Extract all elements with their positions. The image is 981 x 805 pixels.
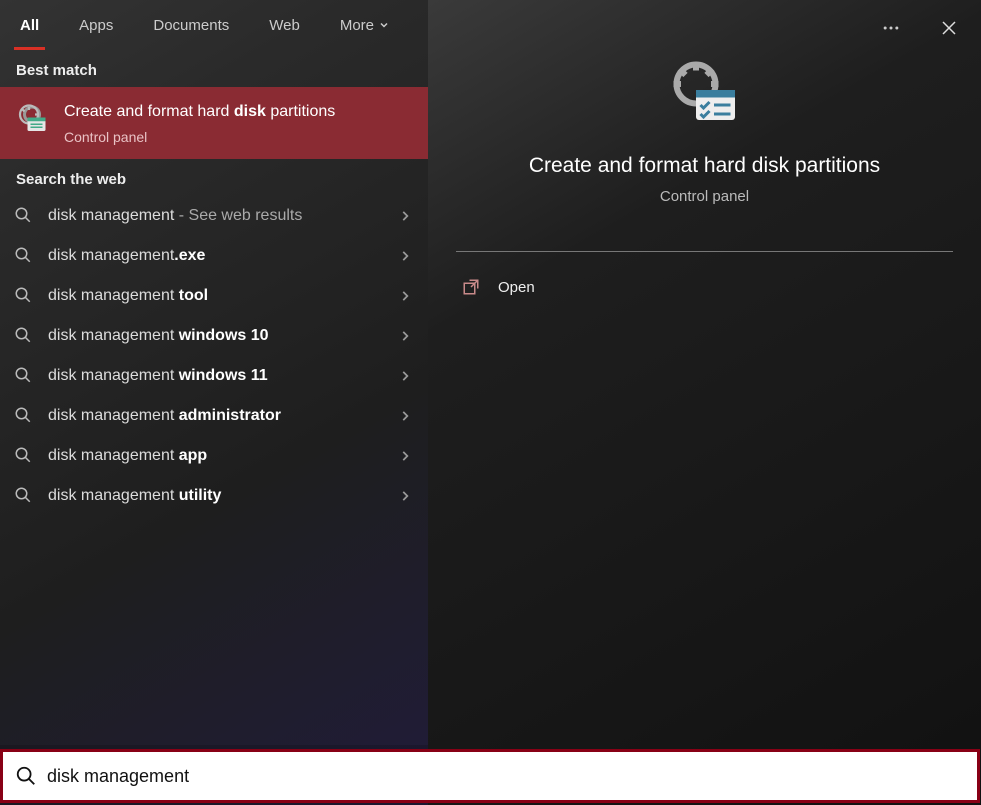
search-bar[interactable] [0,749,980,803]
preview-title: Create and format hard disk partitions [529,154,880,178]
preview-subtitle: Control panel [660,188,749,205]
web-suggestion-label: disk management utility [48,487,384,505]
web-suggestion[interactable]: disk management - See web results [0,196,428,236]
section-best-match: Best match [0,50,428,87]
chevron-right-icon [398,249,414,263]
chevron-right-icon [398,329,414,343]
search-icon [14,366,34,386]
chevron-right-icon [398,449,414,463]
search-input[interactable] [47,766,965,787]
best-match-title: Create and format hard disk partitions [64,101,412,123]
web-suggestion-label: disk management - See web results [48,207,384,225]
tab-more[interactable]: More [334,7,396,44]
web-suggestion-label: disk management app [48,447,384,465]
tab-more-label: More [340,17,374,34]
search-icon [14,406,34,426]
action-open-label: Open [498,279,535,296]
chevron-right-icon [398,209,414,223]
web-suggestion[interactable]: disk management tool [0,276,428,316]
search-icon [14,206,34,226]
search-icon [14,326,34,346]
web-suggestion[interactable]: disk management windows 11 [0,356,428,396]
web-suggestion[interactable]: disk management.exe [0,236,428,276]
open-icon [462,278,480,296]
best-match-subtitle: Control panel [64,129,412,145]
more-options-button[interactable] [877,14,905,42]
web-suggestion-label: disk management tool [48,287,384,305]
web-suggestion[interactable]: disk management windows 10 [0,316,428,356]
tab-all[interactable]: All [14,7,45,44]
chevron-right-icon [398,369,414,383]
action-open[interactable]: Open [428,252,981,306]
tab-documents[interactable]: Documents [147,7,235,44]
search-icon [15,765,37,787]
search-icon [14,486,34,506]
disk-partition-icon [14,101,50,137]
search-icon [14,246,34,266]
ellipsis-icon [881,18,901,38]
web-suggestion[interactable]: disk management administrator [0,396,428,436]
chevron-right-icon [398,289,414,303]
chevron-right-icon [398,489,414,503]
web-suggestion[interactable]: disk management utility [0,476,428,516]
web-suggestion-label: disk management windows 11 [48,367,384,385]
web-suggestions-list: disk management - See web results disk ma… [0,196,428,516]
search-icon [14,446,34,466]
web-suggestion-label: disk management windows 10 [48,327,384,345]
search-icon [14,286,34,306]
chevron-down-icon [378,19,390,31]
web-suggestion-label: disk management administrator [48,407,384,425]
search-filter-tabs: All Apps Documents Web More [0,0,428,50]
tab-web[interactable]: Web [263,7,306,44]
disk-partition-icon-large [669,60,741,132]
close-button[interactable] [935,14,963,42]
chevron-right-icon [398,409,414,423]
web-suggestion[interactable]: disk management app [0,436,428,476]
close-icon [940,19,958,37]
web-suggestion-label: disk management.exe [48,247,384,265]
best-match-result[interactable]: Create and format hard disk partitions C… [0,87,428,159]
section-search-web: Search the web [0,159,428,196]
tab-apps[interactable]: Apps [73,7,119,44]
